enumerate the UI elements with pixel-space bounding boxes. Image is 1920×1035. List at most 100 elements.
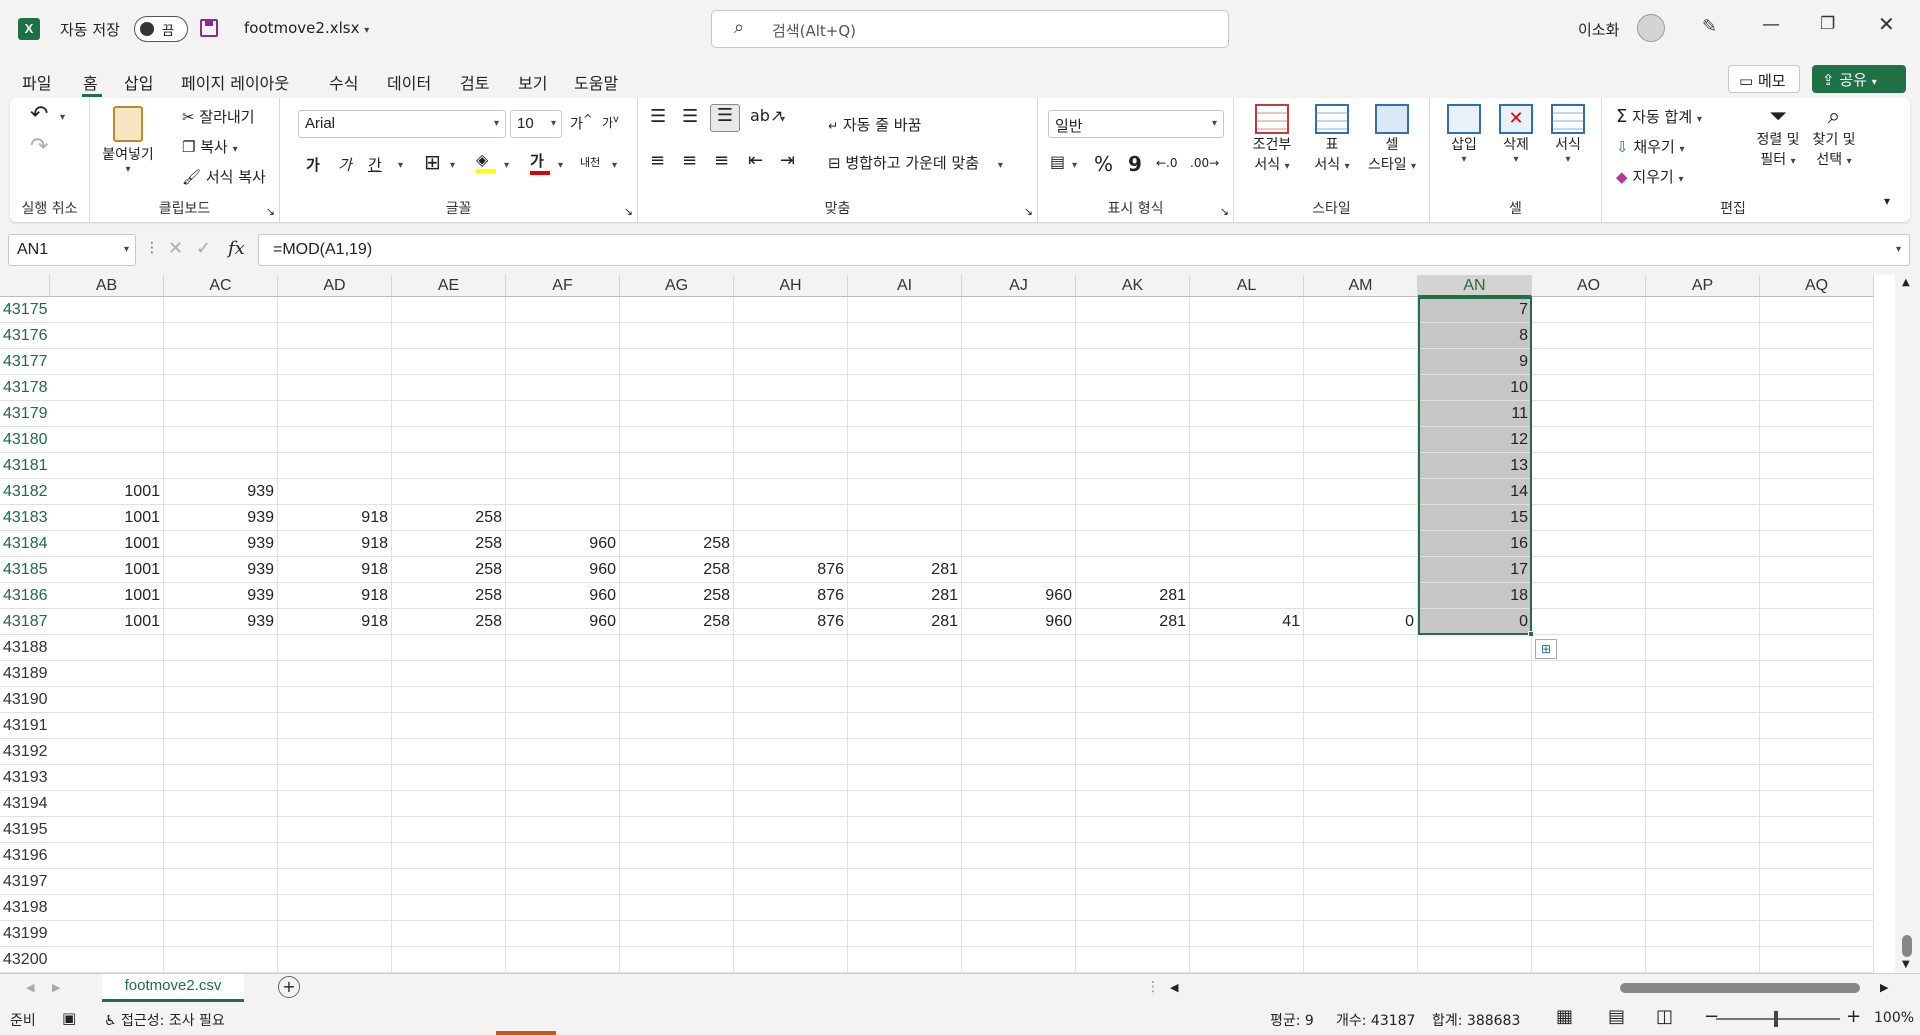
find-select-button[interactable]: ⌕ 찾기 및 선택 ▾	[1806, 104, 1862, 169]
cell[interactable]	[1646, 297, 1760, 323]
cell[interactable]	[1532, 921, 1646, 947]
cell[interactable]	[1532, 739, 1646, 765]
number-format-select[interactable]: 일반 ▾	[1048, 110, 1224, 138]
cell[interactable]	[1304, 765, 1418, 791]
cell[interactable]	[506, 661, 620, 687]
cell[interactable]	[164, 921, 278, 947]
cell[interactable]: 1001	[50, 583, 164, 609]
column-header-ao[interactable]: AO	[1532, 275, 1646, 297]
cell[interactable]	[278, 323, 392, 349]
format-painter-button[interactable]: 🖌 서식 복사	[182, 166, 266, 187]
merge-center-button[interactable]: ⊟ 병합하고 가운데 맞춤 ▾	[828, 152, 1003, 173]
cell[interactable]	[620, 401, 734, 427]
paste-button[interactable]: 붙여넣기 ▾	[98, 106, 158, 175]
menu-home[interactable]: 홈	[83, 70, 98, 94]
cell[interactable]	[1190, 557, 1304, 583]
cell[interactable]	[1190, 427, 1304, 453]
cell[interactable]	[620, 479, 734, 505]
cell[interactable]	[1532, 531, 1646, 557]
cell[interactable]	[1532, 401, 1646, 427]
cell[interactable]	[848, 531, 962, 557]
cell[interactable]	[620, 323, 734, 349]
row-header[interactable]: 43175	[0, 297, 50, 323]
cell[interactable]	[1190, 297, 1304, 323]
zoom-slider-thumb[interactable]	[1774, 1011, 1778, 1027]
cell[interactable]	[848, 739, 962, 765]
cell[interactable]	[1760, 505, 1874, 531]
cell[interactable]	[506, 323, 620, 349]
row-header[interactable]: 43179	[0, 401, 50, 427]
cell[interactable]: 918	[278, 609, 392, 635]
cell[interactable]	[1076, 427, 1190, 453]
cell[interactable]: 258	[392, 531, 506, 557]
cell[interactable]	[164, 297, 278, 323]
cell[interactable]	[278, 687, 392, 713]
row-header[interactable]: 43185	[0, 557, 50, 583]
row-header[interactable]: 43190	[0, 687, 50, 713]
cell[interactable]	[164, 895, 278, 921]
cell[interactable]	[164, 947, 278, 973]
row-header[interactable]: 43177	[0, 349, 50, 375]
cell[interactable]: 918	[278, 505, 392, 531]
cell[interactable]	[962, 635, 1076, 661]
cell[interactable]	[1760, 323, 1874, 349]
formula-input[interactable]: =MOD(A1,19) ▾	[258, 234, 1910, 266]
cell[interactable]	[1076, 869, 1190, 895]
column-header-ak[interactable]: AK	[1076, 275, 1190, 297]
cell[interactable]	[1532, 505, 1646, 531]
menu-page-layout[interactable]: 페이지 레이아웃	[181, 70, 289, 94]
expand-formula-icon[interactable]: ▾	[1896, 244, 1901, 255]
cell[interactable]	[962, 453, 1076, 479]
row-header[interactable]: 43192	[0, 739, 50, 765]
cell[interactable]	[1532, 323, 1646, 349]
menu-help[interactable]: 도움말	[574, 70, 618, 94]
cell[interactable]	[50, 921, 164, 947]
cell[interactable]	[1190, 453, 1304, 479]
align-left-icon[interactable]: ≡	[650, 150, 665, 171]
cell[interactable]	[1646, 791, 1760, 817]
cell[interactable]	[1304, 427, 1418, 453]
cell[interactable]	[1760, 713, 1874, 739]
cell[interactable]	[1076, 687, 1190, 713]
align-bottom-icon[interactable]: ☰	[710, 104, 740, 132]
row-header[interactable]: 43198	[0, 895, 50, 921]
cell[interactable]	[848, 349, 962, 375]
cell[interactable]	[1304, 843, 1418, 869]
cell[interactable]	[50, 687, 164, 713]
align-top-icon[interactable]: ☰	[650, 106, 666, 127]
cell[interactable]	[50, 661, 164, 687]
cell[interactable]: 1001	[50, 531, 164, 557]
cell[interactable]	[164, 635, 278, 661]
cell[interactable]	[164, 713, 278, 739]
cell[interactable]	[1646, 505, 1760, 531]
cell[interactable]	[848, 297, 962, 323]
cell[interactable]	[1190, 869, 1304, 895]
cell[interactable]	[50, 375, 164, 401]
cell[interactable]	[278, 869, 392, 895]
cell[interactable]	[164, 375, 278, 401]
cell[interactable]	[1418, 765, 1532, 791]
cell[interactable]	[278, 401, 392, 427]
sort-filter-button[interactable]: ⏷ 정렬 및 필터 ▾	[1752, 104, 1804, 169]
cell[interactable]: 258	[392, 557, 506, 583]
cell[interactable]	[620, 791, 734, 817]
cell[interactable]	[1532, 817, 1646, 843]
cell[interactable]	[1646, 557, 1760, 583]
row-header[interactable]: 43193	[0, 765, 50, 791]
cell[interactable]	[164, 453, 278, 479]
cell[interactable]	[1760, 375, 1874, 401]
cell[interactable]	[506, 843, 620, 869]
cell[interactable]	[50, 765, 164, 791]
comma-button[interactable]: 9	[1128, 152, 1142, 176]
cell[interactable]: 281	[1076, 583, 1190, 609]
scroll-right-icon[interactable]: ▶	[1880, 981, 1888, 994]
cell[interactable]	[1190, 765, 1304, 791]
dialog-launcher-icon[interactable]: ↘	[1220, 205, 1229, 218]
cell[interactable]	[1076, 947, 1190, 973]
cell[interactable]	[734, 765, 848, 791]
row-header[interactable]: 43176	[0, 323, 50, 349]
cell[interactable]	[1076, 401, 1190, 427]
cell[interactable]	[1304, 479, 1418, 505]
scroll-down-icon[interactable]: ▼	[1902, 959, 1910, 970]
cell[interactable]	[392, 687, 506, 713]
